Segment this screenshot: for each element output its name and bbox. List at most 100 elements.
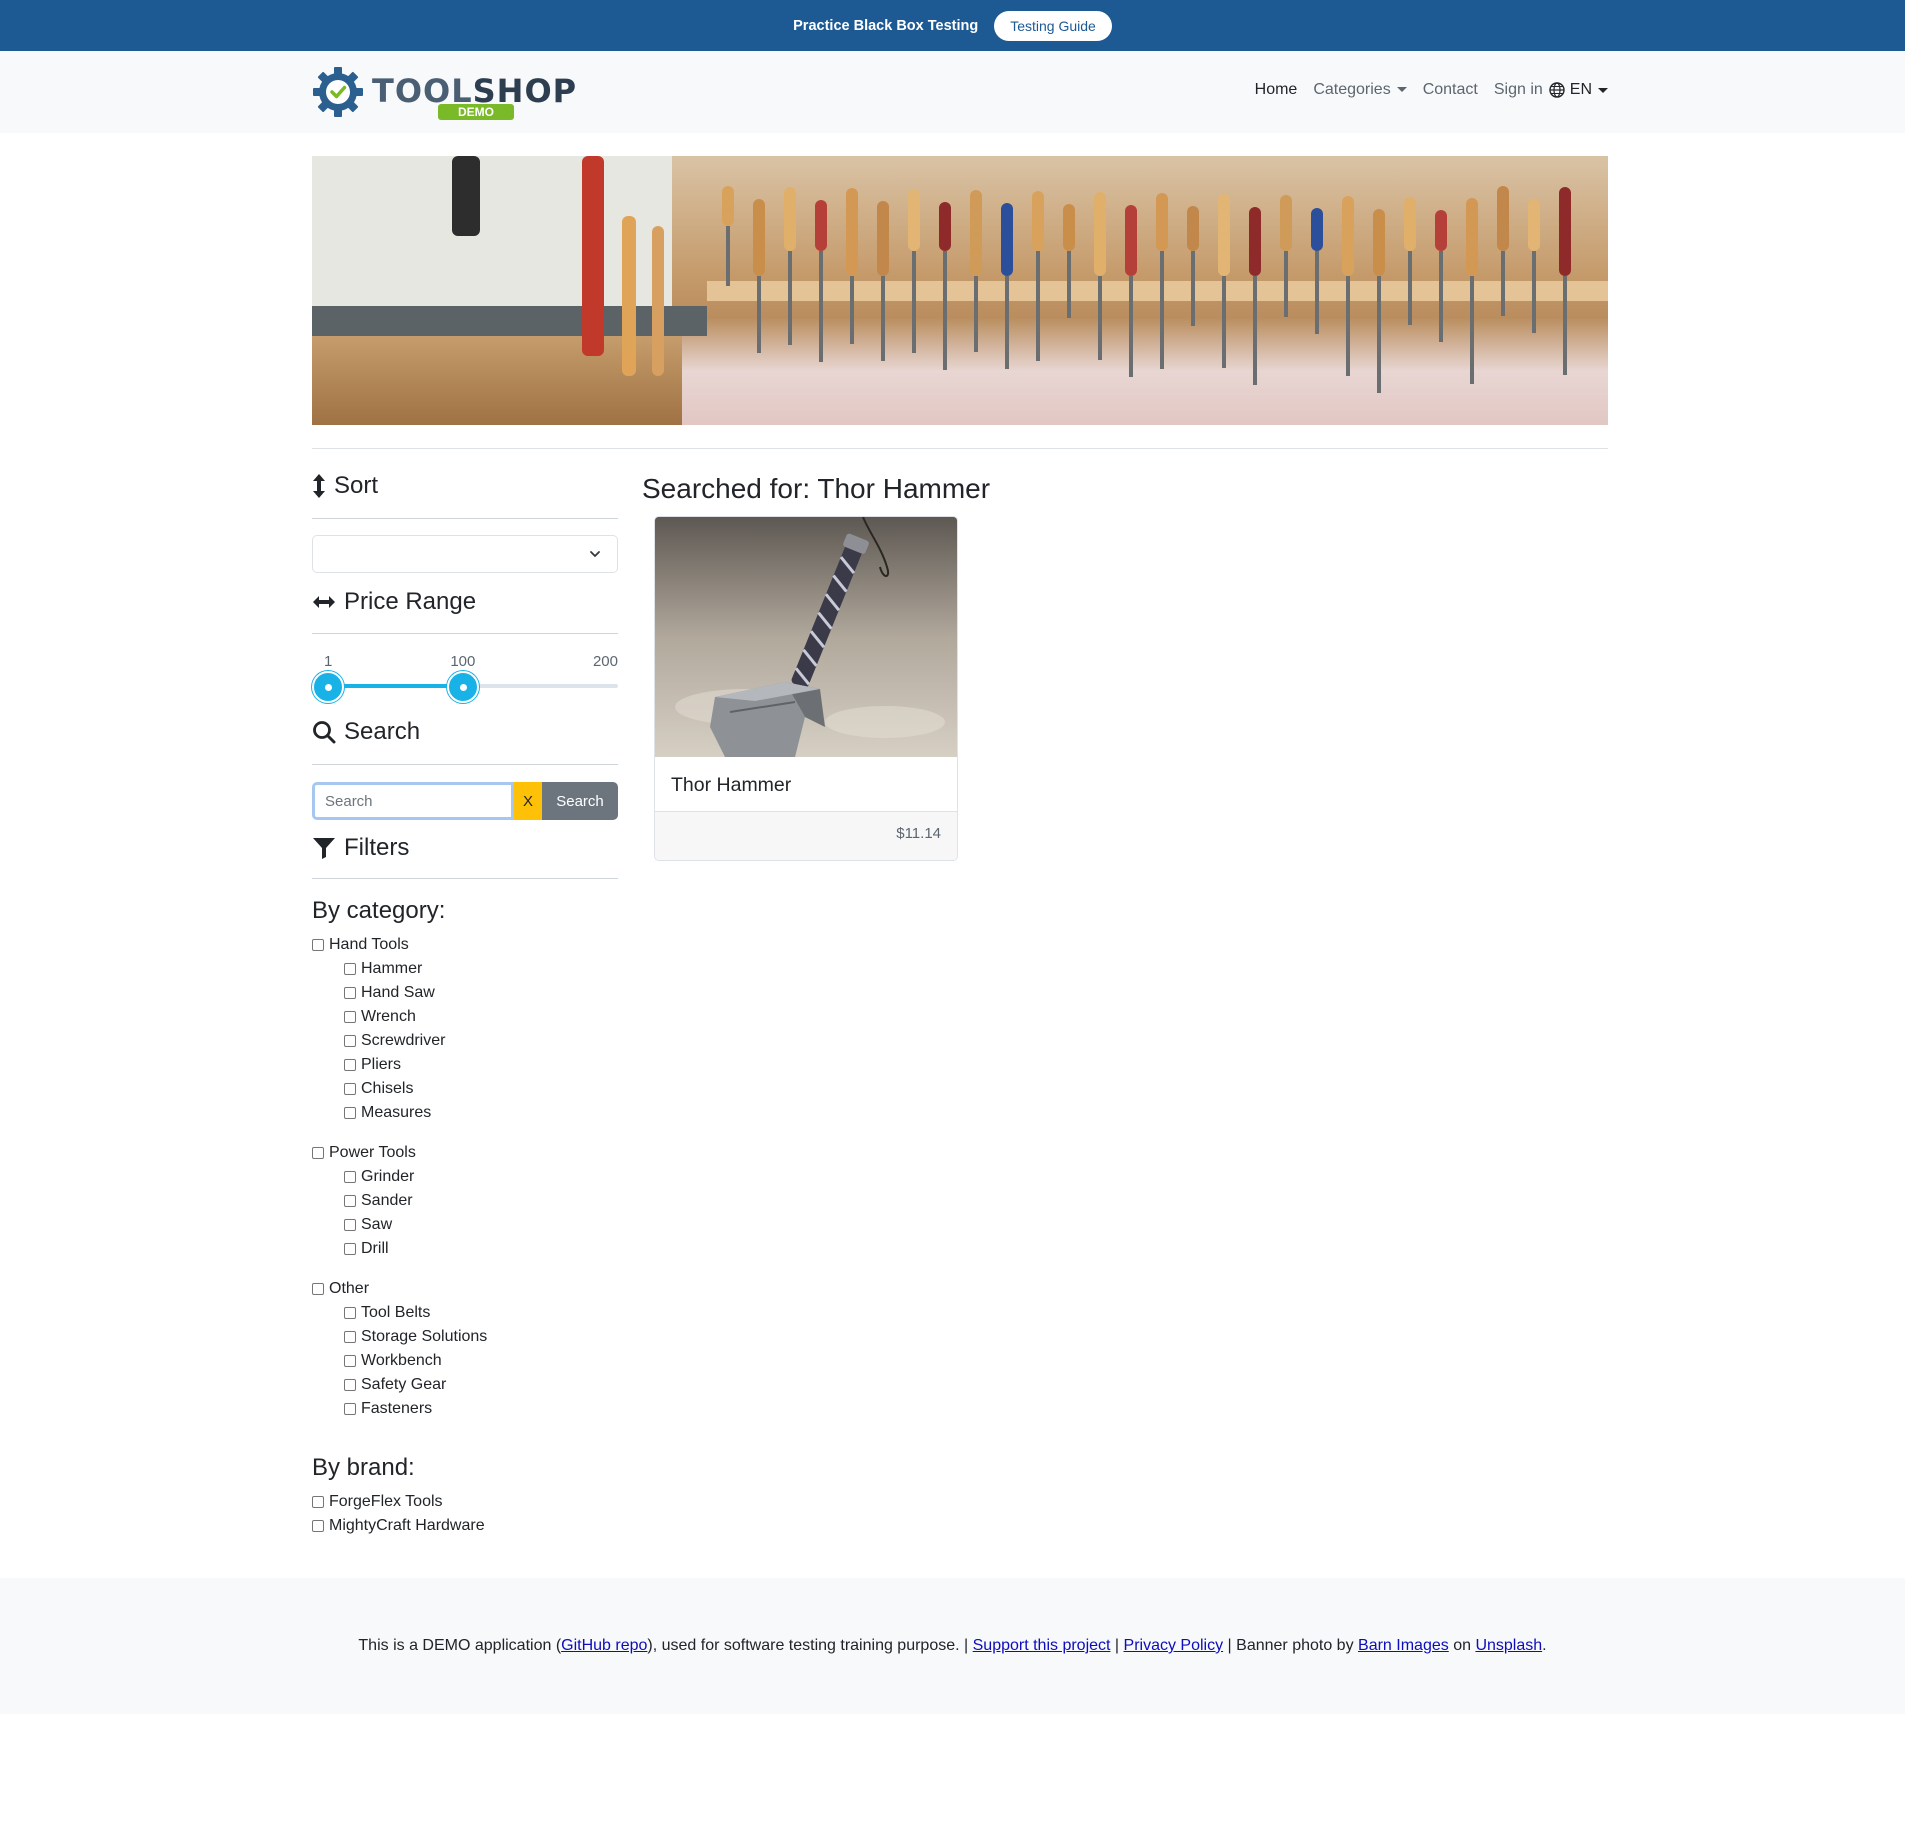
checkbox[interactable] [344, 1011, 356, 1023]
checkbox-label: Hand Saw [361, 984, 435, 1001]
filter-icon [313, 838, 335, 859]
support-project-link[interactable]: Support this project [973, 1637, 1111, 1654]
checkbox-label: Screwdriver [361, 1032, 446, 1049]
unsplash-link[interactable]: Unsplash [1475, 1637, 1542, 1654]
checkbox-label: Hammer [361, 960, 423, 977]
checkbox[interactable] [344, 1219, 356, 1231]
nav-home[interactable]: Home [1255, 81, 1298, 99]
footer-text: This is a DEMO application (GitHub repo)… [358, 1637, 1547, 1654]
subcategory-checkbox[interactable]: Sander [312, 1189, 487, 1213]
search-icon [313, 721, 336, 744]
slider-selection [328, 684, 464, 688]
search-results-heading: Searched for: Thor Hammer [642, 473, 991, 504]
checkbox[interactable] [312, 1496, 324, 1508]
by-category-heading: By category: [312, 897, 446, 924]
category-checkbox[interactable]: Hand Tools [312, 933, 487, 957]
subcategory-checkbox[interactable]: Hammer [312, 957, 487, 981]
checkbox-label: Safety Gear [361, 1376, 447, 1393]
slider-handle-max[interactable] [447, 671, 480, 703]
checkbox-label: Drill [361, 1240, 389, 1257]
subcategory-checkbox[interactable]: Pliers [312, 1053, 487, 1077]
barn-images-link[interactable]: Barn Images [1358, 1637, 1449, 1654]
product-card[interactable]: Thor Hammer $11.14 [654, 516, 958, 861]
subcategory-checkbox[interactable]: Screwdriver [312, 1029, 487, 1053]
price-range-slider[interactable]: 1 100 200 [312, 650, 618, 710]
navbar: TOOLSHOP DEMO Home Categories Contact Si… [0, 51, 1905, 133]
subcategory-checkbox[interactable]: Tool Belts [312, 1301, 487, 1325]
search-group: X Search [312, 782, 618, 820]
search-heading: Search [312, 718, 420, 746]
logo-demo-badge: DEMO [438, 104, 514, 120]
privacy-policy-link[interactable]: Privacy Policy [1124, 1637, 1224, 1654]
checkbox[interactable] [344, 1083, 356, 1095]
horizontal-arrows-icon [313, 596, 335, 608]
checkbox-label: Saw [361, 1216, 393, 1233]
checkbox[interactable] [344, 1035, 356, 1047]
checkbox[interactable] [344, 1059, 356, 1071]
checkbox-label: Sander [361, 1192, 413, 1209]
checkbox[interactable] [312, 1520, 324, 1532]
subcategory-checkbox[interactable]: Chisels [312, 1077, 487, 1101]
subcategory-checkbox[interactable]: Hand Saw [312, 981, 487, 1005]
product-image [655, 517, 957, 757]
checkbox-label: Pliers [361, 1056, 402, 1073]
brand-checkbox[interactable]: ForgeFlex Tools [312, 1490, 485, 1514]
github-repo-link[interactable]: GitHub repo [561, 1637, 647, 1654]
subcategory-checkbox[interactable]: Measures [312, 1101, 487, 1125]
checkbox[interactable] [312, 939, 324, 951]
subcategory-checkbox[interactable]: Wrench [312, 1005, 487, 1029]
sort-select[interactable] [312, 535, 618, 573]
checkbox[interactable] [344, 1195, 356, 1207]
checkbox[interactable] [344, 987, 356, 999]
search-submit-button[interactable]: Search [542, 782, 618, 820]
checkbox-label: Tool Belts [361, 1304, 431, 1321]
checkbox-label: Measures [361, 1104, 432, 1121]
checkbox[interactable] [312, 1147, 324, 1159]
filters-heading: Filters [312, 834, 409, 862]
checkbox-label: MightyCraft Hardware [329, 1517, 485, 1534]
nav-sign-in[interactable]: Sign in [1494, 81, 1543, 99]
checkbox[interactable] [344, 1355, 356, 1367]
subcategory-checkbox[interactable]: Safety Gear [312, 1373, 487, 1397]
checkbox[interactable] [344, 1403, 356, 1415]
checkbox[interactable] [344, 1107, 356, 1119]
page-footer: This is a DEMO application (GitHub repo)… [0, 1578, 1905, 1714]
checkbox[interactable] [344, 1307, 356, 1319]
price-range-rule [312, 633, 618, 634]
slider-handle-min[interactable] [312, 671, 344, 703]
search-input[interactable] [312, 782, 514, 820]
category-checkbox[interactable]: Other [312, 1277, 487, 1301]
checkbox-label: Power Tools [329, 1144, 416, 1161]
checkbox-label: ForgeFlex Tools [329, 1493, 443, 1510]
nav-categories[interactable]: Categories [1313, 81, 1407, 99]
checkbox[interactable] [344, 1331, 356, 1343]
nav-language[interactable]: EN [1549, 81, 1608, 99]
sort-rule [312, 518, 618, 519]
checkbox-label: Workbench [361, 1352, 442, 1369]
subcategory-checkbox[interactable]: Fasteners [312, 1397, 487, 1421]
checkbox[interactable] [344, 1379, 356, 1391]
search-reset-button[interactable]: X [514, 782, 542, 820]
testing-guide-button[interactable]: Testing Guide [994, 10, 1112, 41]
subcategory-checkbox[interactable]: Storage Solutions [312, 1325, 487, 1349]
product-name: Thor Hammer [671, 774, 792, 796]
checkbox-label: Grinder [361, 1168, 415, 1185]
toolshop-logo[interactable]: TOOLSHOP DEMO [312, 64, 576, 120]
category-checkbox[interactable]: Power Tools [312, 1141, 487, 1165]
checkbox[interactable] [344, 1171, 356, 1183]
subcategory-checkbox[interactable]: Saw [312, 1213, 487, 1237]
subcategory-checkbox[interactable]: Drill [312, 1237, 487, 1261]
checkbox[interactable] [344, 1243, 356, 1255]
checkbox-label: Hand Tools [329, 936, 409, 953]
subcategory-checkbox[interactable]: Workbench [312, 1349, 487, 1373]
nav-contact[interactable]: Contact [1423, 81, 1478, 99]
checkbox[interactable] [312, 1283, 324, 1295]
brand-filter-list: ForgeFlex Tools MightyCraft Hardware [312, 1490, 485, 1538]
hero-banner-image [312, 156, 1608, 425]
search-rule [312, 764, 618, 765]
subcategory-checkbox[interactable]: Grinder [312, 1165, 487, 1189]
brand-checkbox[interactable]: MightyCraft Hardware [312, 1514, 485, 1538]
checkbox-label: Other [329, 1280, 370, 1297]
checkbox[interactable] [344, 963, 356, 975]
section-divider [312, 448, 1608, 449]
